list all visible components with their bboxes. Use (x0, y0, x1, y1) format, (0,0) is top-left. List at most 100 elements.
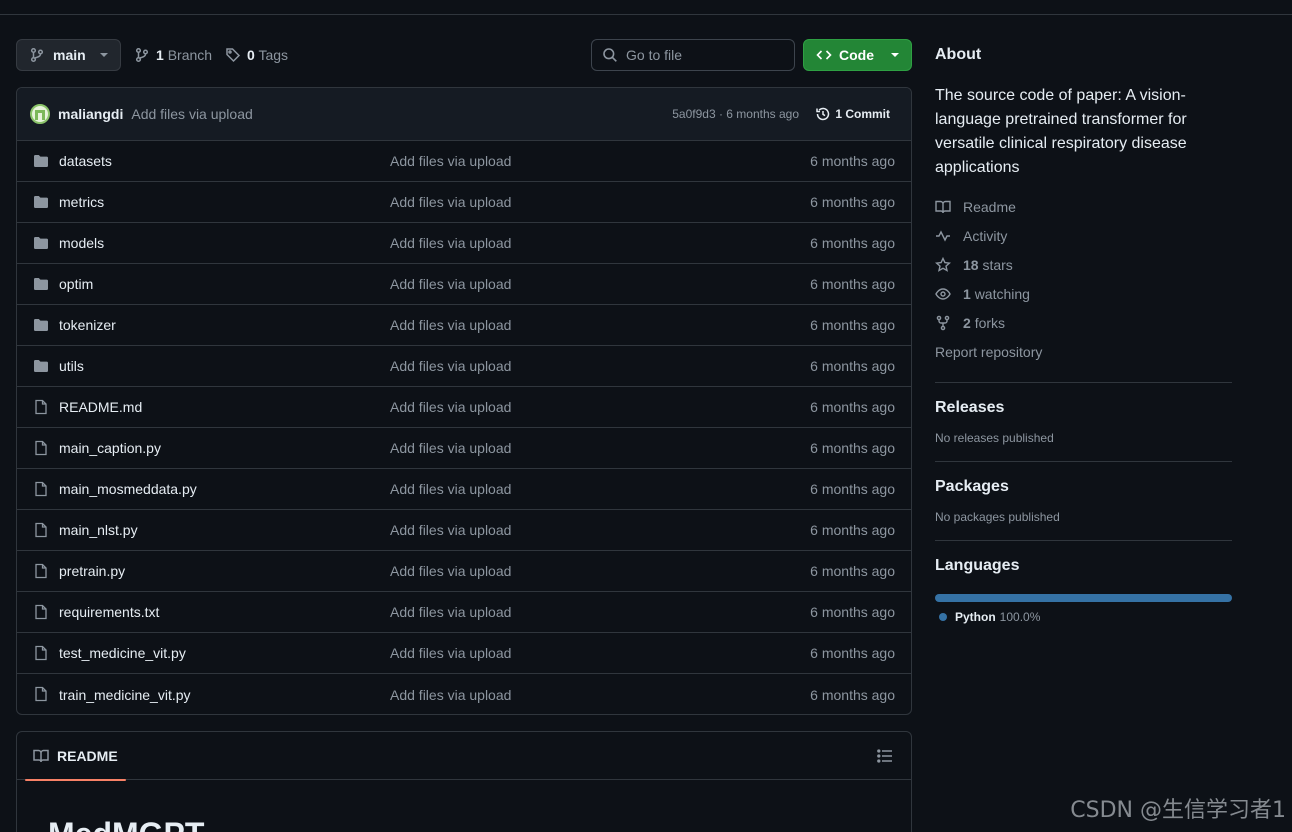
file-row-tokenizer[interactable]: tokenizer Add files via upload 6 months ag… (17, 305, 911, 346)
file-commit-message[interactable]: Add files via upload (390, 153, 511, 169)
about-link-count: 18 (963, 256, 979, 273)
languages-heading: Languages (935, 557, 1020, 574)
about-heading: About (935, 46, 982, 63)
repo-toolbar: main 1 Branch 0 Tags Go to file Code (16, 39, 912, 71)
pulse-icon (936, 229, 950, 242)
language-color-dot (939, 613, 947, 621)
eye-icon (935, 287, 951, 300)
about-link-stars[interactable]: 18 stars (935, 250, 1232, 279)
about-link-label: watching (974, 285, 1030, 302)
about-link-activity[interactable]: Activity (935, 221, 1232, 250)
book-icon (33, 749, 49, 762)
branch-text: Branch (167, 47, 213, 63)
file-name[interactable]: main_caption.py (59, 440, 161, 456)
releases-heading[interactable]: Releases (935, 399, 1232, 417)
folder-icon (34, 360, 48, 372)
branch-name: main (53, 47, 86, 63)
file-name[interactable]: metrics (59, 194, 104, 210)
file-commit-message[interactable]: Add files via upload (390, 317, 511, 333)
chevron-down-icon (99, 53, 108, 57)
file-name[interactable]: requirements.txt (59, 604, 159, 620)
tag-icon (226, 48, 241, 63)
file-commit-time: 6 months ago (810, 276, 895, 292)
avatar[interactable] (30, 104, 50, 124)
file-row-test-medicine-vit-py[interactable]: test_medicine_vit.py Add files via upload… (17, 633, 911, 674)
about-description: The source code of paper: A vision-langu… (935, 87, 1187, 176)
file-row-readme-md[interactable]: README.md Add files via upload 6 months ag… (17, 387, 911, 428)
file-name[interactable]: README.md (59, 399, 142, 415)
language-percent: 100.0% (999, 610, 1041, 624)
sidebar-divider (935, 382, 1232, 383)
file-commit-time: 6 months ago (810, 358, 895, 374)
file-row-main-caption-py[interactable]: main_caption.py Add files via upload 6 mon… (17, 428, 911, 469)
file-row-requirements-txt[interactable]: requirements.txt Add files via upload 6 mo… (17, 592, 911, 633)
file-row-train-medicine-vit-py[interactable]: train_medicine_vit.py Add files via uploa… (17, 674, 911, 714)
file-row-optim[interactable]: optim Add files via upload 6 months ago (17, 264, 911, 305)
outline-list-icon[interactable] (877, 748, 893, 764)
commit-history-link[interactable]: 1 Commit (815, 106, 890, 122)
file-commit-message[interactable]: Add files via upload (390, 522, 511, 538)
file-commit-message[interactable]: Add files via upload (390, 194, 511, 210)
tags-link[interactable]: 0 Tags (225, 39, 288, 71)
file-name[interactable]: tokenizer (59, 317, 116, 333)
file-list: datasets Add files via upload 6 months ago… (17, 141, 911, 714)
packages-heading[interactable]: Packages (935, 478, 1232, 496)
branches-link[interactable]: 1 Branch (134, 39, 212, 71)
file-commit-message[interactable]: Add files via upload (390, 687, 511, 703)
file-row-models[interactable]: models Add files via upload 6 months ago (17, 223, 911, 264)
file-commit-message[interactable]: Add files via upload (390, 645, 511, 661)
file-name[interactable]: main_mosmeddata.py (59, 481, 197, 497)
file-row-main-nlst-py[interactable]: main_nlst.py Add files via upload 6 months… (17, 510, 911, 551)
file-name[interactable]: pretrain.py (59, 563, 125, 579)
file-commit-message[interactable]: Add files via upload (390, 235, 511, 251)
about-link-watching[interactable]: 1 watching (935, 279, 1232, 308)
about-link-forks[interactable]: 2 forks (935, 308, 1232, 337)
report-repository-link[interactable]: Report repository (935, 337, 1232, 366)
file-commit-message[interactable]: Add files via upload (390, 440, 511, 456)
releases-note: No releases published (935, 431, 1054, 445)
readme-title: MedMGPT (48, 816, 204, 832)
book-icon (935, 200, 951, 213)
file-row-main-mosmeddata-py[interactable]: main_mosmeddata.py Add files via upload 6 … (17, 469, 911, 510)
file-row-metrics[interactable]: metrics Add files via upload 6 months ago (17, 182, 911, 223)
file-commit-message[interactable]: Add files via upload (390, 604, 511, 620)
search-icon (603, 48, 617, 62)
file-name[interactable]: main_nlst.py (59, 522, 138, 538)
folder-icon (34, 319, 48, 331)
language-item-python[interactable]: Python 100.0% (935, 610, 1232, 624)
branch-icon (30, 47, 44, 63)
file-name[interactable]: utils (59, 358, 84, 374)
commit-hash[interactable]: 5a0f9d3 · 6 months ago (672, 107, 799, 121)
file-name[interactable]: train_medicine_vit.py (59, 687, 191, 703)
readme-tab[interactable]: README (25, 732, 126, 781)
commit-message[interactable]: Add files via upload (131, 106, 252, 122)
file-row-utils[interactable]: utils Add files via upload 6 months ago (17, 346, 911, 387)
go-to-file-input[interactable]: Go to file (591, 39, 795, 71)
code-button[interactable]: Code (803, 39, 912, 71)
latest-commit-row: maliangdi Add files via upload 5a0f9d3 ·… (17, 88, 911, 141)
file-commit-time: 6 months ago (810, 235, 895, 251)
commit-author[interactable]: maliangdi (58, 106, 123, 122)
file-commit-time: 6 months ago (810, 686, 895, 703)
file-name[interactable]: models (59, 235, 104, 251)
chevron-down-icon (891, 53, 899, 57)
file-row-pretrain-py[interactable]: pretrain.py Add files via upload 6 months … (17, 551, 911, 592)
repo-sidebar: About The source code of paper: A vision… (935, 39, 1232, 624)
file-name[interactable]: datasets (59, 153, 112, 169)
file-commit-message[interactable]: Add files via upload (390, 399, 511, 415)
file-commit-message[interactable]: Add files via upload (390, 481, 511, 497)
branch-select-button[interactable]: main (16, 39, 121, 71)
file-name[interactable]: optim (59, 276, 93, 292)
about-link-count: 2 (963, 314, 971, 331)
file-commit-message[interactable]: Add files via upload (390, 358, 511, 374)
file-commit-message[interactable]: Add files via upload (390, 563, 511, 579)
file-row-datasets[interactable]: datasets Add files via upload 6 months ago (17, 141, 911, 182)
code-label: Code (839, 47, 874, 63)
file-commit-message[interactable]: Add files via upload (390, 276, 511, 292)
about-link-label: stars (982, 256, 1013, 273)
file-name[interactable]: test_medicine_vit.py (59, 645, 186, 661)
history-icon (816, 107, 830, 121)
file-icon (35, 686, 47, 702)
tag-count: 0 (247, 47, 255, 63)
about-link-readme[interactable]: Readme (935, 192, 1232, 221)
